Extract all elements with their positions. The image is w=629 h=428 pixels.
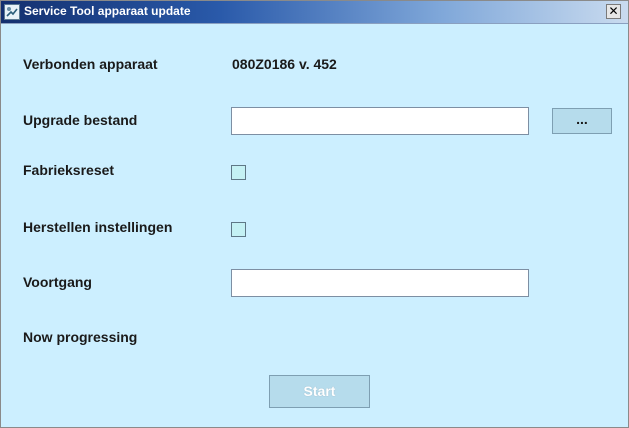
restore-settings-checkbox[interactable] <box>231 222 246 237</box>
status-text: Now progressing <box>23 329 138 345</box>
app-icon <box>4 4 20 20</box>
factory-reset-checkbox[interactable] <box>231 165 246 180</box>
window-title: Service Tool apparaat update <box>24 4 191 18</box>
restore-settings-label: Herstellen instellingen <box>23 219 173 235</box>
app-icon-graphic <box>6 7 18 17</box>
start-button[interactable]: Start <box>269 375 370 408</box>
factory-reset-label: Fabrieksreset <box>23 162 115 178</box>
title-bar[interactable]: Service Tool apparaat update ✕ <box>1 1 628 24</box>
progress-label: Voortgang <box>23 274 92 290</box>
connected-device-value: 080Z0186 v. 452 <box>232 56 337 72</box>
update-dialog: Service Tool apparaat update ✕ Verbonden… <box>0 0 629 428</box>
progress-bar <box>231 269 529 297</box>
connected-device-label: Verbonden apparaat <box>23 56 158 72</box>
close-icon[interactable]: ✕ <box>606 4 621 19</box>
upgrade-file-label: Upgrade bestand <box>23 112 138 128</box>
browse-button[interactable]: ... <box>552 108 612 134</box>
upgrade-file-input[interactable] <box>231 107 529 135</box>
